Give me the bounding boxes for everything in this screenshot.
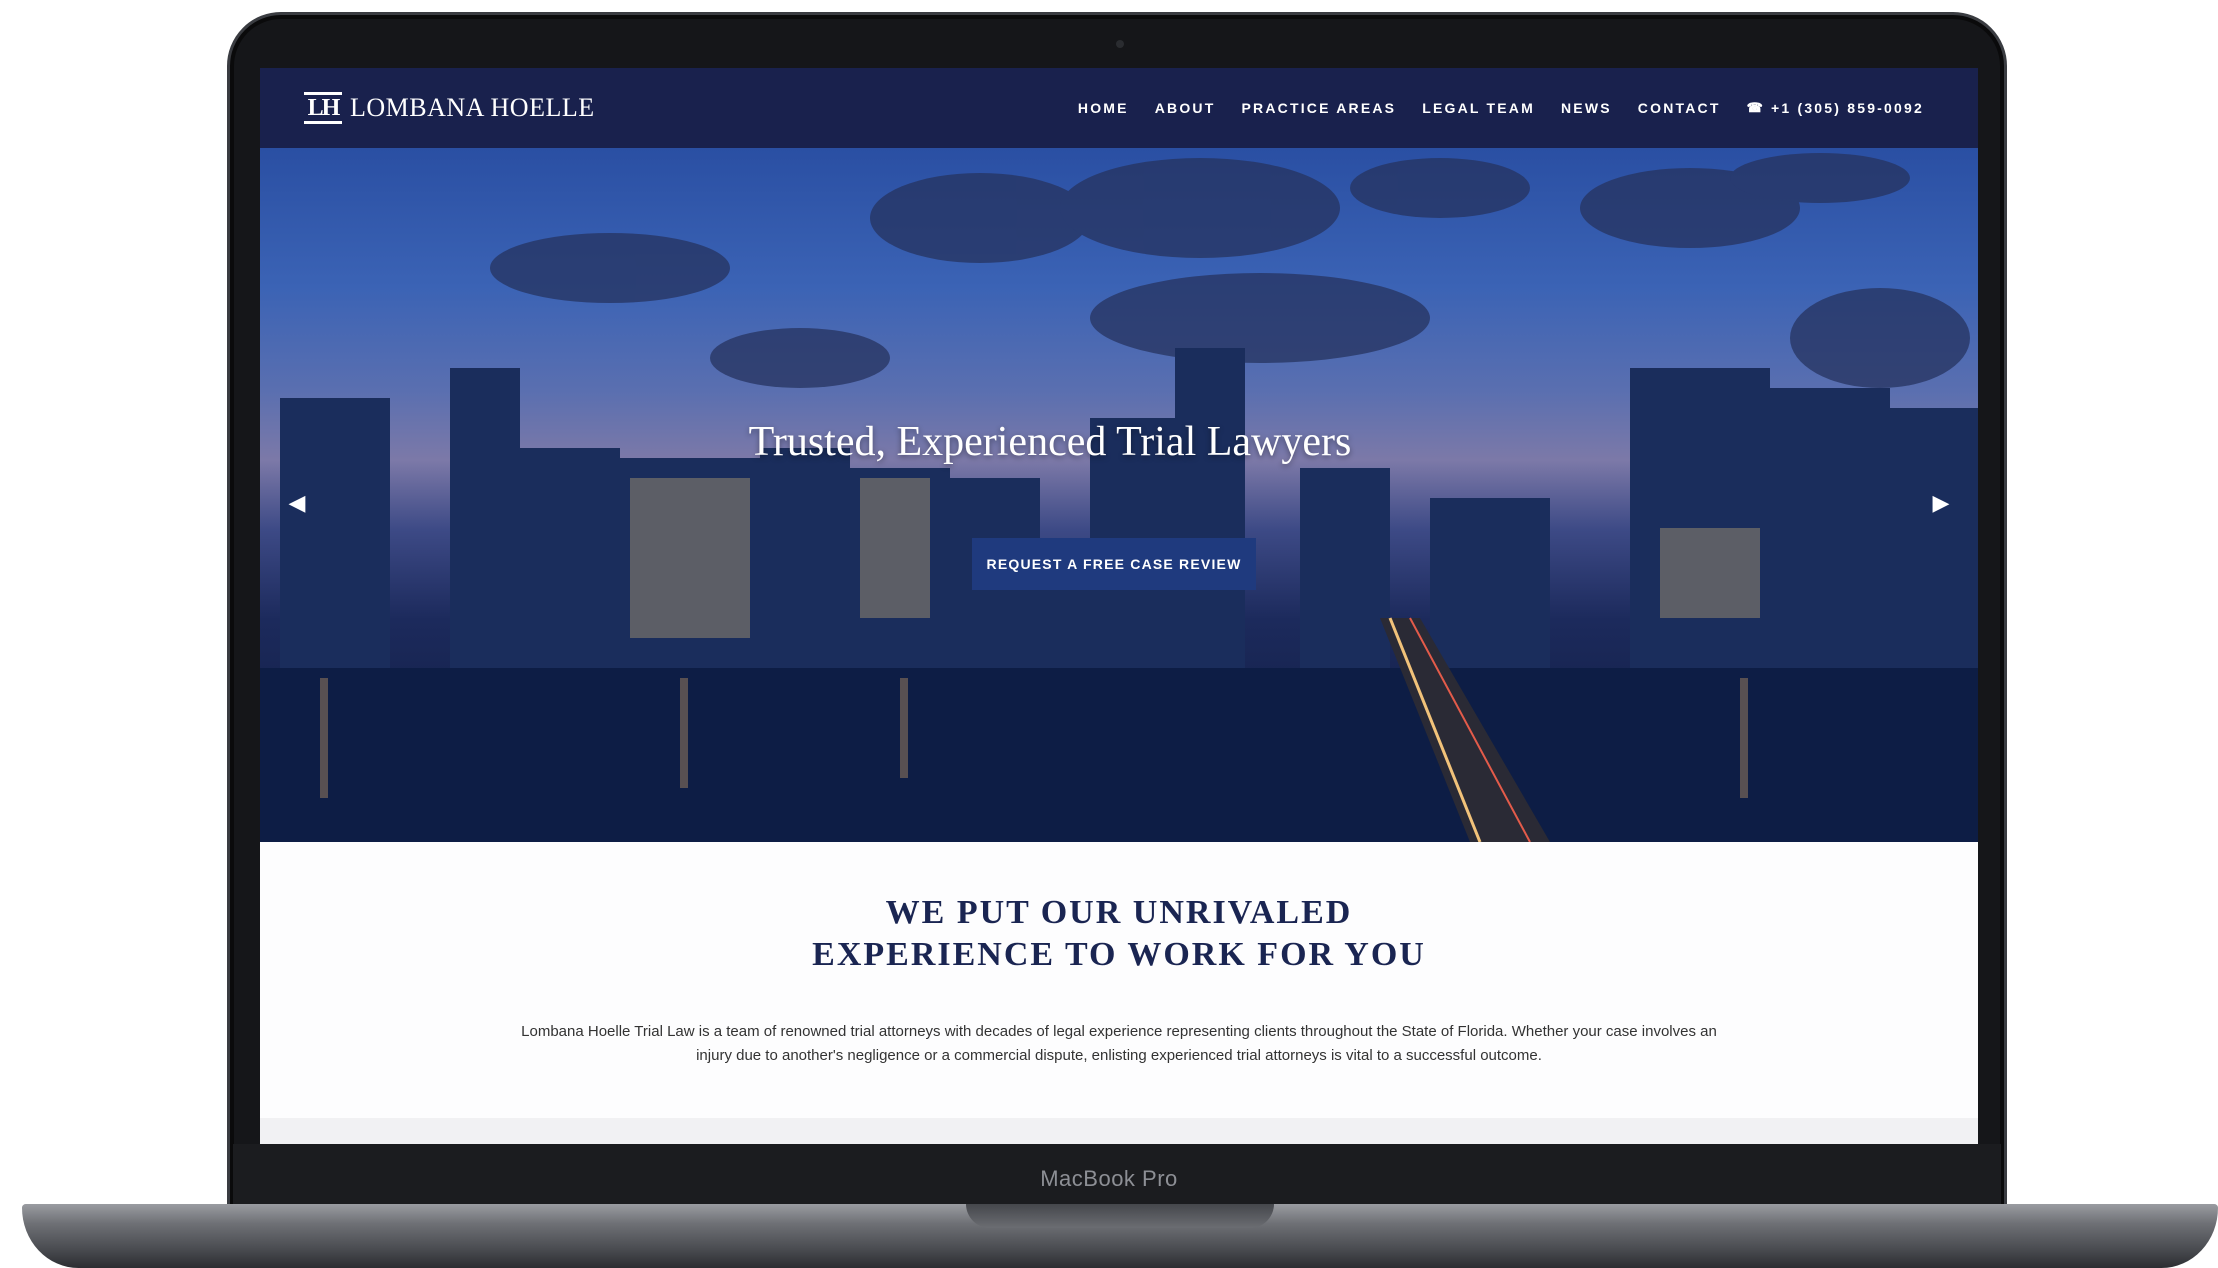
nav-news[interactable]: NEWS xyxy=(1561,100,1612,116)
phone-number: +1 (305) 859-0092 xyxy=(1771,100,1924,116)
intro-heading: WE PUT OUR UNRIVALED EXPERIENCE TO WORK … xyxy=(260,892,1978,976)
phone-link[interactable]: ☎ +1 (305) 859-0092 xyxy=(1747,100,1924,116)
logo[interactable]: LH LOMBANA HOELLE xyxy=(304,92,595,124)
browser-viewport: LH LOMBANA HOELLE HOME ABOUT PRACTICE AR… xyxy=(260,68,1978,1144)
nav-practice-areas[interactable]: PRACTICE AREAS xyxy=(1241,100,1396,116)
main-nav: HOME ABOUT PRACTICE AREAS LEGAL TEAM NEW… xyxy=(1078,68,1924,148)
section-divider xyxy=(260,1118,1978,1144)
chevron-left-icon[interactable]: ◀ xyxy=(282,488,312,518)
phone-icon: ☎ xyxy=(1746,100,1765,115)
intro-body: Lombana Hoelle Trial Law is a team of re… xyxy=(488,1020,1750,1068)
hero-slider: Trusted, Experienced Trial Lawyers REQUE… xyxy=(260,148,1978,842)
intro-heading-line-1: WE PUT OUR UNRIVALED xyxy=(885,894,1353,931)
intro-body-line-1: Lombana Hoelle Trial Law is a team of re… xyxy=(521,1023,1717,1040)
chevron-right-icon[interactable]: ▶ xyxy=(1926,488,1956,518)
site-header: LH LOMBANA HOELLE HOME ABOUT PRACTICE AR… xyxy=(260,68,1978,148)
logo-text: LOMBANA HOELLE xyxy=(350,93,595,122)
logo-mark-icon: LH xyxy=(304,92,342,124)
intro-section: WE PUT OUR UNRIVALED EXPERIENCE TO WORK … xyxy=(260,842,1978,1144)
nav-legal-team[interactable]: LEGAL TEAM xyxy=(1422,100,1535,116)
camera-icon xyxy=(1116,40,1124,48)
nav-contact[interactable]: CONTACT xyxy=(1638,100,1721,116)
hero-title: Trusted, Experienced Trial Lawyers xyxy=(748,419,1352,465)
intro-body-line-2: injury due to another's negligence or a … xyxy=(696,1047,1542,1064)
nav-home[interactable]: HOME xyxy=(1078,100,1129,116)
nav-about[interactable]: ABOUT xyxy=(1155,100,1216,116)
intro-heading-line-2: EXPERIENCE TO WORK FOR YOU xyxy=(812,936,1426,973)
request-case-review-button[interactable]: REQUEST A FREE CASE REVIEW xyxy=(972,538,1256,590)
laptop-notch xyxy=(966,1204,1274,1228)
device-label: MacBook Pro xyxy=(1040,1166,1178,1191)
city-skyline-image xyxy=(260,153,1978,842)
